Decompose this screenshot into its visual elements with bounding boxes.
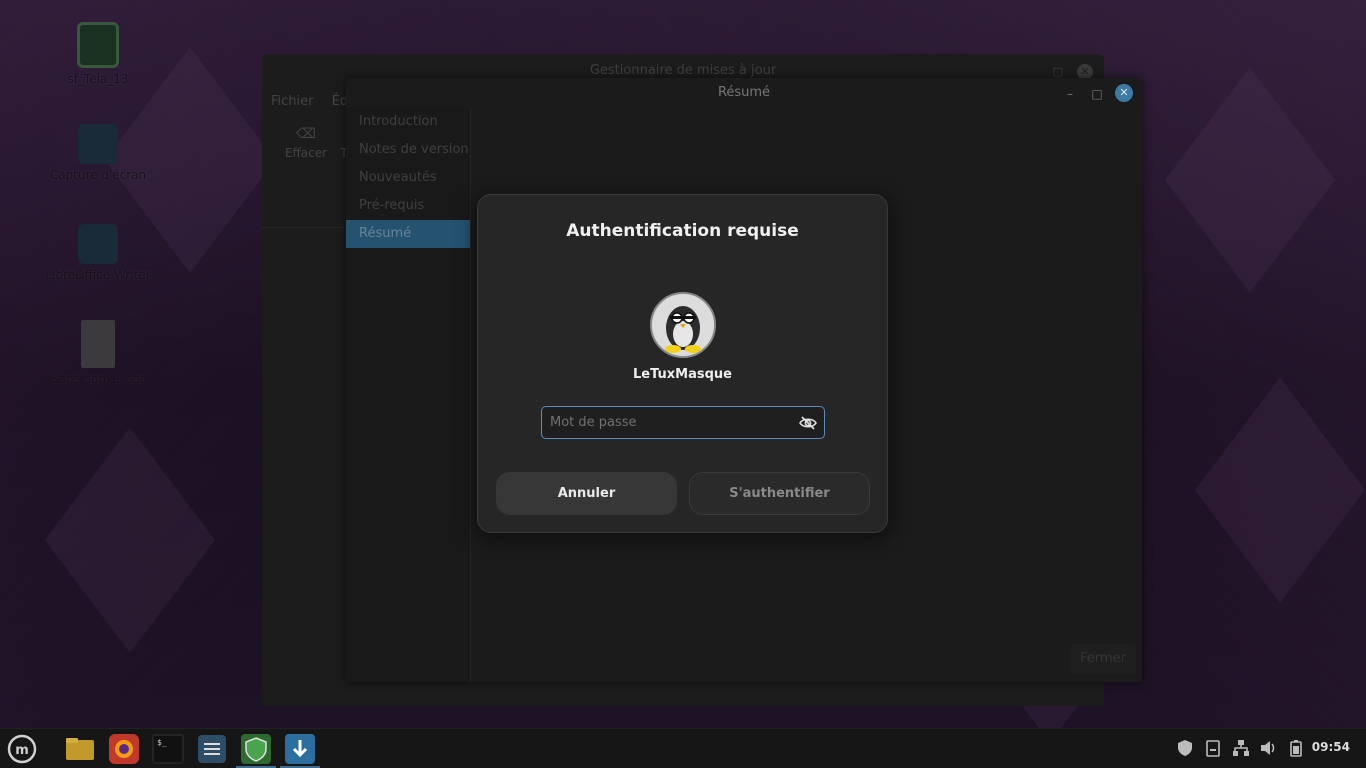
maximize-icon[interactable]: □ — [1089, 86, 1105, 102]
username-label: LeTuxMasque — [632, 367, 732, 382]
avatar — [650, 292, 716, 358]
svg-text:m: m — [15, 743, 29, 758]
shield-icon[interactable] — [1176, 739, 1194, 757]
minimize-icon[interactable]: – — [1062, 86, 1078, 102]
firefox-icon[interactable] — [108, 733, 140, 765]
backspace-icon: ⌫ — [296, 126, 316, 142]
sidebar-item-introduction[interactable]: Introduction — [346, 108, 470, 136]
sidebar-item-release-notes[interactable]: Notes de version — [346, 136, 470, 164]
download-icon[interactable] — [280, 733, 320, 768]
text-editor-icon[interactable] — [196, 733, 228, 765]
cancel-button[interactable]: Annuler — [496, 472, 677, 515]
authenticate-button[interactable]: S'authentifier — [689, 472, 870, 515]
terminal-icon[interactable]: $_ — [152, 733, 184, 765]
volume-icon[interactable] — [1259, 739, 1277, 757]
svg-text:$_: $_ — [157, 738, 167, 747]
hide-password-icon[interactable] — [799, 414, 817, 432]
sidebar-item-news[interactable]: Nouveautés — [346, 164, 470, 192]
password-field-container — [541, 406, 825, 439]
clock[interactable]: 09:54 — [1312, 740, 1350, 754]
tux-avatar-icon — [652, 294, 714, 356]
files-icon[interactable] — [64, 733, 96, 765]
taskbar: m $_ 09:54 — [0, 728, 1366, 768]
clipboard-icon[interactable] — [1204, 739, 1222, 757]
sidebar-item-summary[interactable]: Résumé — [346, 220, 470, 248]
sidebar-item-requirements[interactable]: Pré-requis — [346, 192, 470, 220]
password-input[interactable] — [550, 407, 790, 438]
close-button[interactable]: Fermer — [1070, 644, 1136, 674]
close-icon[interactable]: ✕ — [1115, 84, 1133, 102]
sidebar: Introduction Notes de version Nouveautés… — [346, 108, 471, 682]
menu-fichier[interactable]: Fichier — [271, 94, 314, 109]
battery-icon[interactable] — [1287, 739, 1305, 757]
menu-icon[interactable]: m — [6, 733, 38, 765]
network-icon[interactable] — [1232, 739, 1250, 757]
dialog-title: Authentification requise — [566, 221, 799, 241]
auth-dialog: Authentification requise LeTuxMasque Ann… — [477, 194, 888, 533]
window-title: Résumé — [717, 85, 771, 100]
mintupdate-shield-icon[interactable] — [236, 733, 276, 768]
